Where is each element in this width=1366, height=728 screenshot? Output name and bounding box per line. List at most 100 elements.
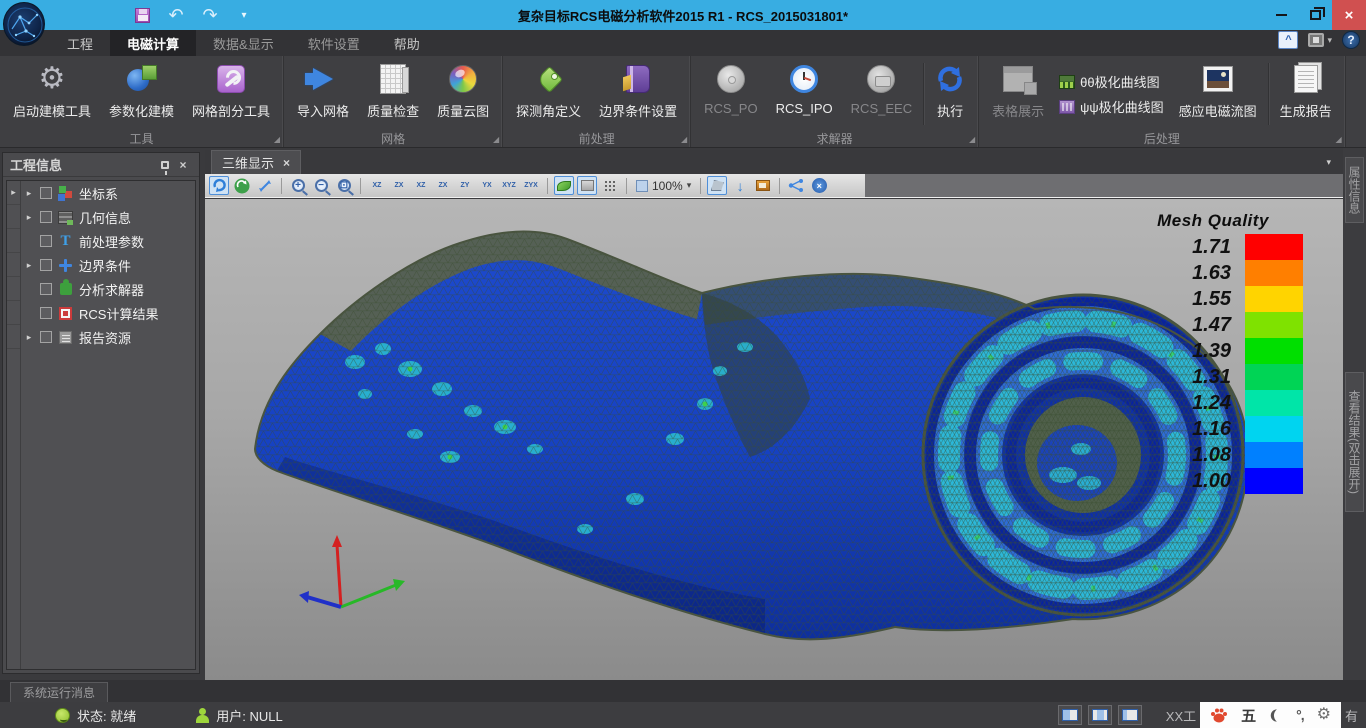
layout-right-button[interactable] <box>1118 705 1142 725</box>
rotate-view-button[interactable] <box>209 176 229 195</box>
zoom-fit-button[interactable]: ⊡ <box>334 176 354 195</box>
zoom-level-select[interactable]: 100% ▾ <box>633 179 694 193</box>
tab-data-display[interactable]: 数据&显示 <box>196 30 291 56</box>
expander-icon[interactable]: ▸ <box>23 332 35 343</box>
checkbox[interactable] <box>40 211 52 223</box>
dialog-launcher-icon[interactable]: ◢ <box>493 136 499 144</box>
tab-close-icon[interactable]: × <box>283 156 290 170</box>
checkbox[interactable] <box>40 235 52 247</box>
layout-left-button[interactable] <box>1058 705 1082 725</box>
moon-icon[interactable] <box>1269 708 1283 723</box>
close-view-button[interactable]: × <box>809 176 829 195</box>
paw-icon[interactable] <box>1210 707 1228 723</box>
view-orientation-button[interactable]: YX <box>477 176 497 195</box>
mesh-partition-tool-button[interactable]: 网格剖分工具 <box>183 59 279 129</box>
close-icon: × <box>179 158 186 172</box>
tab-project[interactable]: 工程 <box>50 30 110 56</box>
flow-display-button[interactable] <box>786 176 806 195</box>
launch-modeling-tool-button[interactable]: ⚙ 启动建模工具 <box>4 59 100 129</box>
legend-row: 1.47 <box>1123 312 1303 338</box>
detection-angle-button[interactable]: 探测角定义 <box>507 59 590 129</box>
clip-plane-button[interactable] <box>707 176 727 195</box>
rcs-po-button[interactable]: RCS_PO <box>695 59 766 129</box>
flat-shading-button[interactable] <box>577 176 597 195</box>
diagonal-arrow-icon <box>258 179 272 193</box>
pan-view-button[interactable] <box>255 176 275 195</box>
close-panel-button[interactable]: × <box>174 157 192 173</box>
tree-item-report-resources[interactable]: ▸ 报告资源 <box>21 325 195 349</box>
generate-report-button[interactable]: 生成报告 <box>1271 59 1341 129</box>
expander-icon[interactable]: ▸ <box>23 260 35 271</box>
tree-item-rcs-results[interactable]: RCS计算结果 <box>21 301 195 325</box>
legend-row: 1.63 <box>1123 260 1303 286</box>
ime-settings-button[interactable]: ⚙ <box>1317 707 1331 723</box>
view-orientation-button[interactable]: ZY <box>455 176 475 195</box>
punctuation-button[interactable]: °, <box>1296 707 1304 723</box>
help-button[interactable]: ? <box>1342 31 1360 49</box>
close-button[interactable]: × <box>1332 0 1366 30</box>
tree-item-analysis-solver[interactable]: 分析求解器 <box>21 277 195 301</box>
checkbox[interactable] <box>40 283 52 295</box>
legend-value: 1.00 <box>1175 471 1245 491</box>
theta-polarization-curve-button[interactable]: θθ极化曲线图 <box>1059 72 1164 91</box>
expander-icon[interactable]: ▸ <box>23 188 35 199</box>
psi-polarization-curve-button[interactable]: ψψ极化曲线图 <box>1059 97 1164 116</box>
smooth-shading-button[interactable] <box>554 176 574 195</box>
tab-3d-display[interactable]: 三维显示 × <box>211 150 301 174</box>
view-orientation-button[interactable]: XYZ <box>499 176 519 195</box>
refresh-view-button[interactable] <box>232 176 252 195</box>
checkbox[interactable] <box>40 307 52 319</box>
view-orientation-button[interactable]: ZX <box>389 176 409 195</box>
import-mesh-button[interactable]: 导入网格 <box>288 59 358 129</box>
app-logo[interactable] <box>3 2 45 46</box>
minimize-button[interactable] <box>1264 0 1298 30</box>
drop-view-button[interactable]: ↓ <box>730 176 750 195</box>
tab-help[interactable]: 帮助 <box>377 30 437 56</box>
view-orientation-button[interactable]: ZYX <box>521 176 541 195</box>
collapse-ribbon-button[interactable]: ^ <box>1278 31 1298 49</box>
zoom-in-button[interactable]: + <box>288 176 308 195</box>
dialog-launcher-icon[interactable]: ◢ <box>1336 136 1342 144</box>
tree-item-preprocess-params[interactable]: T 前处理参数 <box>21 229 195 253</box>
rcs-eec-button[interactable]: RCS_EEC <box>842 59 921 129</box>
checkbox[interactable] <box>40 331 52 343</box>
ime-mode-button[interactable]: 五 <box>1241 705 1256 726</box>
tab-system-messages[interactable]: 系统运行消息 <box>10 682 108 702</box>
ribbon-group-tools: ⚙ 启动建模工具 参数化建模 网格剖分工具 工具 ◢ <box>0 56 284 147</box>
layout-center-button[interactable] <box>1088 705 1112 725</box>
boundary-condition-settings-button[interactable]: 边界条件设置 <box>590 59 686 129</box>
wrench-icon <box>217 65 245 93</box>
restore-button[interactable] <box>1298 0 1332 30</box>
tab-property-info[interactable]: 属性信息 <box>1345 157 1364 223</box>
view-orientation-button[interactable]: ZX <box>433 176 453 195</box>
zoom-out-button[interactable]: − <box>311 176 331 195</box>
ui-style-button[interactable]: ▾ <box>1308 33 1332 47</box>
parametric-modeling-button[interactable]: 参数化建模 <box>100 59 183 129</box>
tab-view-results[interactable]: 查看结果(双击展开) <box>1345 372 1364 512</box>
quality-check-button[interactable]: 质量检查 <box>358 59 428 129</box>
expander-icon[interactable]: ▸ <box>23 212 35 223</box>
tree-item-geometry-info[interactable]: ▸ 几何信息 <box>21 205 195 229</box>
induced-em-current-map-button[interactable]: 感应电磁流图 <box>1170 59 1266 129</box>
dialog-launcher-icon[interactable]: ◢ <box>274 136 280 144</box>
checkbox[interactable] <box>40 259 52 271</box>
tab-list-dropdown[interactable]: ▾ <box>1326 157 1331 168</box>
quality-cloudmap-button[interactable]: 质量云图 <box>428 59 498 129</box>
checkbox[interactable] <box>40 187 52 199</box>
table-display-button[interactable]: 表格展示 <box>983 59 1053 129</box>
view-orientation-button[interactable]: XZ <box>367 176 387 195</box>
view-orientation-button[interactable]: XZ <box>411 176 431 195</box>
3d-canvas[interactable]: Mesh Quality 1.711.631.551.471.391.311.2… <box>205 199 1343 680</box>
dialog-launcher-icon[interactable]: ◢ <box>969 136 975 144</box>
tree-item-boundary-conditions[interactable]: ▸ 边界条件 <box>21 253 195 277</box>
wireframe-button[interactable] <box>600 176 620 195</box>
dialog-launcher-icon[interactable]: ◢ <box>681 136 687 144</box>
tab-em-computation[interactable]: 电磁计算 <box>110 30 196 56</box>
rcs-ipo-button[interactable]: RCS_IPO <box>767 59 842 129</box>
tree-item-coordinate-system[interactable]: ▸ 坐标系 <box>21 181 195 205</box>
scene-gallery-button[interactable] <box>753 176 773 195</box>
tab-software-settings[interactable]: 软件设置 <box>291 30 377 56</box>
execute-button[interactable]: 执行 <box>926 59 974 129</box>
pin-panel-button[interactable] <box>156 157 174 173</box>
user-icon <box>196 708 209 723</box>
